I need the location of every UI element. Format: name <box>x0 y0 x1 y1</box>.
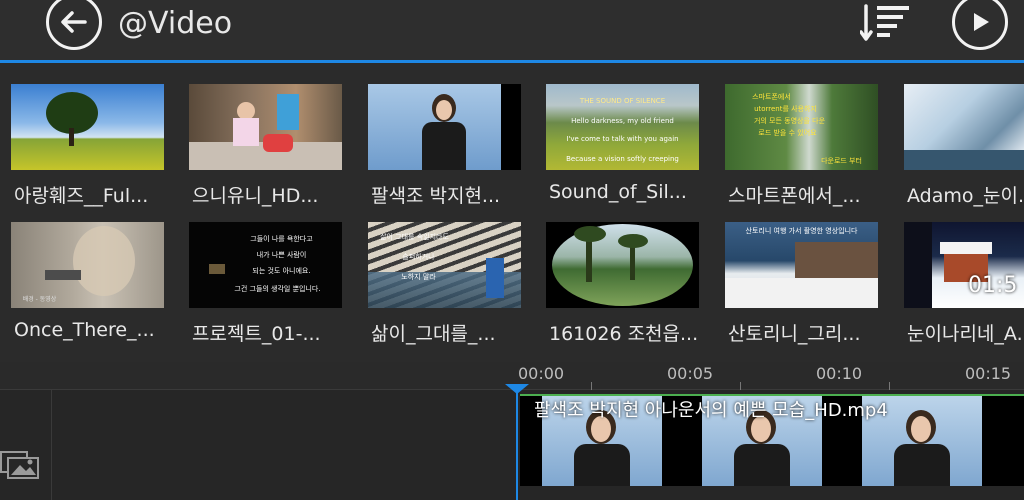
video-duration: 01:5 <box>968 273 1018 298</box>
video-thumbnail: 01:5 <box>904 222 1024 308</box>
play-icon <box>974 13 989 31</box>
play-button[interactable] <box>952 0 1008 50</box>
video-title: 스마트폰에서_... <box>728 185 861 207</box>
playhead[interactable] <box>516 384 518 500</box>
video-title: 프로젝트_01-... <box>192 323 321 345</box>
video-item[interactable]: 팔색조 박지현... <box>368 84 538 214</box>
video-title: 팔색조 박지현... <box>371 185 501 207</box>
sort-button[interactable] <box>859 2 914 44</box>
thumbnail-caption: 삶이 그대를 속일지라도 <box>380 233 449 241</box>
video-item[interactable]: 으니유니_HD... <box>189 84 359 214</box>
top-bar: @Video <box>0 0 1024 60</box>
timeline-panel: 00:00 00:05 00:10 00:15 팔색조 박지현 아나운서의 예쁜… <box>0 362 1024 500</box>
thumbnail-caption: I've come to talk with you again <box>566 135 679 143</box>
time-tick-label: 00:15 <box>965 364 1012 383</box>
video-thumbnail: 배경 - 동영상 <box>11 222 164 308</box>
time-tick <box>591 382 592 390</box>
thumbnail-caption: 되는 것도 아니에요. <box>252 267 311 275</box>
video-item[interactable]: 산토리니 여행 가서 촬영한 영상입니다 산토리니_그리... <box>725 222 895 352</box>
thumbnail-caption: 그건 그들의 생각일 뿐입니다. <box>234 285 321 293</box>
arrow-left-icon <box>61 11 87 33</box>
video-title: Adamo_눈이... <box>907 185 1024 207</box>
video-item[interactable]: 그들이 나를 욕한다고 내가 나쁜 사람이 되는 것도 아니에요. 그건 그들의… <box>189 222 359 352</box>
video-thumbnail: THE SOUND OF SILENCE Hello darkness, my … <box>546 84 699 170</box>
page-title: @Video <box>118 6 233 41</box>
video-item[interactable]: THE SOUND OF SILENCE Hello darkness, my … <box>546 84 716 214</box>
video-thumbnail <box>904 84 1024 170</box>
video-item[interactable]: 스마트폰에서 utorrent를 사용하지 거의 모든 동영상을 다운 로드 받… <box>725 84 895 214</box>
time-tick-label: 00:10 <box>816 364 863 383</box>
media-library-icon[interactable] <box>0 448 40 480</box>
video-item[interactable]: 삶이 그대를 속일지라도 슬퍼하거나 노하지 말라 삶이_그대를_... <box>368 222 538 352</box>
video-thumbnail: 삶이 그대를 속일지라도 슬퍼하거나 노하지 말라 <box>368 222 521 308</box>
thumbnail-caption: THE SOUND OF SILENCE <box>579 97 666 105</box>
thumbnail-caption: 스마트폰에서 <box>752 93 791 101</box>
track-header <box>0 390 52 500</box>
thumbnail-caption: 배경 - 동영상 <box>22 296 57 303</box>
clip-title: 팔색조 박지현 아나운서의 예쁜 모습_HD.mp4 <box>534 400 888 421</box>
thumbnail-caption: 그들이 나를 욕한다고 <box>250 235 313 243</box>
video-title: 삶이_그대를_... <box>371 323 496 345</box>
thumbnail-caption: 슬퍼하거나 <box>402 253 435 261</box>
video-thumbnail <box>11 84 164 170</box>
video-thumbnail <box>368 84 521 170</box>
thumbnail-caption: Because a vision softly creeping <box>566 155 679 163</box>
video-title: Sound_of_Sil... <box>549 181 687 203</box>
video-item[interactable]: 01:5 눈이나리네_A... <box>904 222 1024 352</box>
video-item[interactable]: 161026 조천읍... <box>546 222 716 352</box>
video-title: 산토리니_그리... <box>728 323 861 345</box>
video-thumbnail <box>189 84 342 170</box>
video-title: 눈이나리네_A... <box>907 323 1024 345</box>
thumbnail-caption: 노하지 말라 <box>401 273 436 281</box>
timeline-clip[interactable]: 팔색조 박지현 아나운서의 예쁜 모습_HD.mp4 <box>520 394 1024 486</box>
video-title: 161026 조천읍... <box>549 323 699 345</box>
thumbnail-caption: utorrent를 사용하지 <box>754 105 817 113</box>
time-tick-label: 00:05 <box>667 364 714 383</box>
time-tick-label: 00:00 <box>518 364 565 383</box>
video-thumbnail: 스마트폰에서 utorrent를 사용하지 거의 모든 동영상을 다운 로드 받… <box>725 84 878 170</box>
video-title: Once_There_... <box>14 319 155 341</box>
video-thumbnail: 그들이 나를 욕한다고 내가 나쁜 사람이 되는 것도 아니에요. 그건 그들의… <box>189 222 342 308</box>
thumbnail-caption: 로드 받을 수 있어요 <box>758 129 817 137</box>
video-grid: 아랑훼즈__Ful... 으니유니_HD... 팔색조 박지현... THE S… <box>0 64 1024 362</box>
thumbnail-caption: Hello darkness, my old friend <box>571 117 674 125</box>
header-divider <box>0 60 1024 63</box>
video-item[interactable]: Adamo_눈이... <box>904 84 1024 214</box>
sort-icon <box>859 4 909 41</box>
thumbnail-caption: 산토리니 여행 가서 촬영한 영상입니다 <box>745 227 858 235</box>
thumbnail-caption: 다운로드 부터 <box>821 157 862 165</box>
video-thumbnail: 산토리니 여행 가서 촬영한 영상입니다 <box>725 222 878 308</box>
video-title: 아랑훼즈__Ful... <box>14 185 149 207</box>
video-item[interactable]: 배경 - 동영상 Once_There_... <box>11 222 181 352</box>
time-tick <box>889 382 890 390</box>
video-item[interactable]: 아랑훼즈__Ful... <box>11 84 181 214</box>
video-thumbnail <box>546 222 699 308</box>
thumbnail-caption: 거의 모든 동영상을 다운 <box>753 117 826 125</box>
thumbnail-caption: 내가 나쁜 사람이 <box>256 251 307 259</box>
video-title: 으니유니_HD... <box>192 185 319 207</box>
back-button[interactable] <box>46 0 102 50</box>
time-tick <box>740 382 741 390</box>
